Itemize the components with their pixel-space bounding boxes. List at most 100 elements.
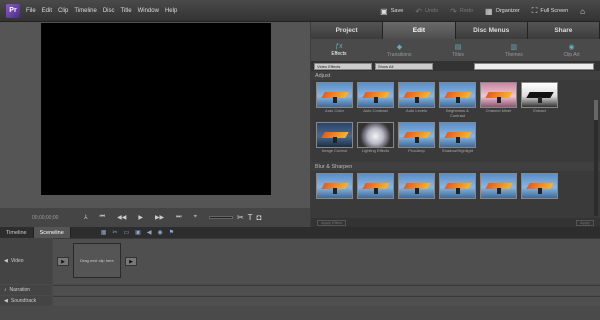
effect-item[interactable]: [480, 173, 517, 199]
effect-item[interactable]: Lighting Effects: [357, 122, 394, 158]
menu-help[interactable]: Help: [165, 8, 177, 14]
track-narration[interactable]: [53, 285, 600, 295]
effect-item[interactable]: Extract: [521, 82, 558, 118]
audio-mix-icon[interactable]: ◉: [157, 229, 162, 236]
apply-button[interactable]: Apply: [575, 219, 594, 226]
film-icon[interactable]: ▣: [135, 229, 141, 236]
play-icon[interactable]: ▶: [138, 214, 143, 221]
effect-thumbnail: [398, 82, 435, 108]
apply-effect-button[interactable]: Apply Effect: [317, 219, 347, 226]
scissors-icon[interactable]: ✂: [112, 229, 117, 236]
effect-label: Shadow/Highlight: [441, 148, 474, 153]
effect-item[interactable]: [357, 173, 394, 199]
effect-item[interactable]: [398, 173, 435, 199]
effect-thumbnail: [357, 82, 394, 108]
effect-thumbnail: [521, 82, 558, 108]
menu-edit[interactable]: Edit: [42, 8, 52, 14]
effect-item[interactable]: Brightness & Contrast: [439, 82, 476, 118]
tab-disc-menus[interactable]: Disc Menus: [455, 22, 528, 39]
subtab-clip-art[interactable]: ◉ Clip Art: [563, 43, 579, 58]
effect-item[interactable]: ProcAmp: [398, 122, 435, 158]
effect-label: Auto Levels: [406, 108, 427, 113]
menu-clip[interactable]: Clip: [58, 8, 68, 14]
rewind-icon[interactable]: ◀◀: [117, 214, 126, 221]
speaker-icon[interactable]: ◀: [147, 229, 152, 236]
effect-thumbnail: [316, 173, 353, 199]
section-header-blur-sharpen[interactable]: Blur & Sharpen: [311, 162, 600, 171]
effects-scrollbar[interactable]: [594, 100, 598, 216]
organizer-button[interactable]: ▦ Organizer: [485, 7, 520, 16]
app-logo-text: Pr: [9, 7, 17, 14]
subtab-transitions[interactable]: ◆ Transitions: [387, 43, 411, 58]
effect-item[interactable]: Auto Color: [316, 82, 353, 118]
undo-label: Undo: [424, 8, 439, 14]
step-forward-icon[interactable]: ⏭: [176, 214, 181, 221]
effect-thumbnail: [480, 173, 517, 199]
effect-thumbnail: [439, 173, 476, 199]
effect-item[interactable]: Auto Levels: [398, 82, 435, 118]
effect-item[interactable]: [439, 173, 476, 199]
timeline-tools: ▦ ✂ ▭ ▣ ◀ ◉ ⚑: [101, 229, 180, 236]
effect-item[interactable]: Channel Mixer: [480, 82, 517, 118]
marker-icon[interactable]: ⌖: [194, 214, 197, 221]
step-back-icon[interactable]: ⏮: [100, 214, 105, 221]
track-soundtrack[interactable]: [53, 296, 600, 306]
effect-item[interactable]: Shadow/Highlight: [439, 122, 476, 158]
category-dropdown[interactable]: Video Effects: [314, 62, 372, 70]
menu-title[interactable]: Title: [120, 8, 131, 14]
transition-icon[interactable]: ▭: [123, 229, 129, 236]
save-button[interactable]: ▣ Save: [380, 7, 403, 16]
effect-label: Brightness & Contrast: [446, 108, 469, 118]
subtab-themes[interactable]: ▥ Themes: [505, 43, 523, 58]
video-preview[interactable]: [41, 23, 271, 195]
effect-label: Auto Color: [325, 108, 344, 113]
organizer-icon: ▦: [485, 6, 493, 16]
menu-timeline[interactable]: Timeline: [74, 8, 96, 14]
scrollbar-thumb[interactable]: [594, 100, 598, 120]
split-tool-icon[interactable]: ⅄: [84, 214, 88, 221]
marker-dropdown-icon[interactable]: ⚑: [169, 229, 174, 236]
menu-disc[interactable]: Disc: [103, 8, 115, 14]
effect-thumbnail: [398, 173, 435, 199]
undo-button[interactable]: ↶ Undo: [415, 7, 438, 16]
fullscreen-button[interactable]: ⛶ Full Screen: [532, 6, 568, 16]
text-tool-icon[interactable]: T: [248, 213, 253, 222]
effect-item[interactable]: [521, 173, 558, 199]
redo-button[interactable]: ↷ Redo: [450, 7, 473, 16]
effect-item[interactable]: Image Control: [316, 122, 353, 158]
tab-share[interactable]: Share: [527, 22, 600, 39]
home-button[interactable]: ⌂: [580, 7, 588, 16]
track-video-label: ◀ Video: [0, 238, 52, 284]
scissors-icon[interactable]: ✂: [237, 213, 244, 222]
effect-label: Image Control: [321, 148, 348, 153]
snapshot-icon[interactable]: ◘: [257, 213, 262, 222]
speaker-icon: ◀: [4, 258, 8, 264]
grid-view-icon[interactable]: ▦: [101, 229, 107, 236]
menu-file[interactable]: File: [26, 8, 36, 14]
show-dropdown[interactable]: Show All: [375, 62, 433, 70]
effect-thumbnail: [357, 122, 394, 148]
effect-thumbnail: [439, 82, 476, 108]
tab-project[interactable]: Project: [311, 22, 384, 39]
tab-edit[interactable]: Edit: [383, 22, 456, 39]
subtab-titles[interactable]: ▤ Titles: [452, 43, 464, 58]
transition-slot-right[interactable]: ▶: [125, 257, 137, 266]
menu-window[interactable]: Window: [138, 8, 159, 14]
section-header-adjust[interactable]: Adjust: [311, 71, 600, 80]
fast-forward-icon[interactable]: ▶▶: [155, 214, 164, 221]
track-name: Video: [10, 258, 24, 264]
transition-slot-left[interactable]: ▶: [57, 257, 69, 266]
effect-thumbnail: [357, 173, 394, 199]
volume-slider[interactable]: [208, 216, 233, 219]
panel-tabs: Project Edit Disc Menus Share: [311, 22, 600, 39]
clip-drop-target[interactable]: Drag next clip here: [73, 243, 121, 278]
organizer-label: Organizer: [495, 8, 520, 14]
tab-timeline[interactable]: Timeline: [0, 227, 34, 238]
main-menu: File Edit Clip Timeline Disc Title Windo…: [26, 8, 183, 14]
search-input[interactable]: [474, 62, 594, 70]
tab-sceneline[interactable]: Sceneline: [33, 227, 71, 238]
subtab-effects[interactable]: ƒx Effects: [331, 43, 346, 57]
effect-item[interactable]: Auto Contrast: [357, 82, 394, 118]
fullscreen-label: Full Screen: [540, 8, 569, 14]
effect-item[interactable]: [316, 173, 353, 199]
